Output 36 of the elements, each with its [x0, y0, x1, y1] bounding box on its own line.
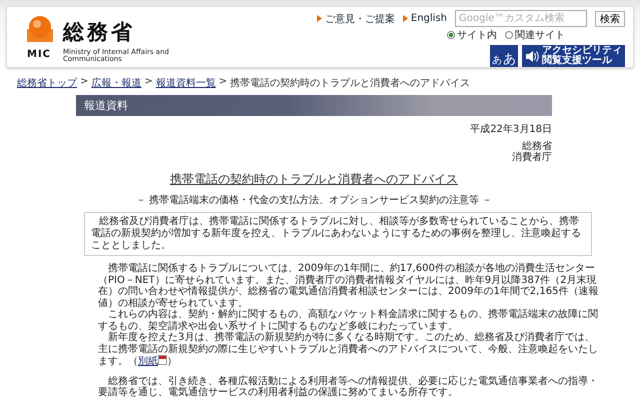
- logo-icon: [27, 16, 53, 42]
- attachment-link[interactable]: 別紙: [138, 356, 158, 367]
- search-field[interactable]: Google™カスタム検索: [455, 10, 587, 27]
- release-title: 携帯電話の契約時のトラブルと消費者へのアドバイス: [169, 171, 459, 188]
- body-paragraph: 総務省では、引き続き、各種広報活動による利用者等への情報提供、必要に応じた電気通信事業者への指導・要請等を通じ、電気通信サービスの利用者利益の保護に努めてまいる所存です。: [98, 376, 599, 398]
- body-paragraph: 新年度を控えた3月は、携帯電話の新規契約が特に多くなる時期です。このため、総務省及び消費者庁では、主に携帯電話の新規契約の際に生じやすいトラブルと消費者へのアドバイスについて、今般、注意喚起をいたします。（別紙 ）: [98, 332, 599, 368]
- body-paragraph: 携帯電話に関係するトラブルについては、2009年の1年間に、約17,600件の相談が各地の消費生活センター（PIO－NET）に寄せられています。また、消費者庁の消費者情報ダイヤルには、昨年9月以降387件（2月末現在）の問い合わせや情報提供が、総務省の電気通信消費者相談センターには、2009年の1年間で2,165件（速報値）の相談が寄せられています。: [98, 263, 600, 308]
- breadcrumb-link[interactable]: 総務省トップ: [17, 76, 77, 90]
- breadcrumb-current: 携帯電話の契約時のトラブルと消費者へのアドバイス: [230, 76, 470, 90]
- pdf-icon: [158, 355, 167, 365]
- issuer-name: 総務省: [522, 141, 552, 152]
- breadcrumb-link[interactable]: 広報・報道: [91, 76, 142, 90]
- radio-button[interactable]: [447, 31, 455, 39]
- logo-title: 総務省: [63, 19, 136, 46]
- summary-text: 総務省及び消費者庁は、携帯電話に関係するトラブルに対し、相談等が多数寄せられていることから、携帯電話の新規契約が増加する新年度を控え、トラブルにあわないようにするための事例を整理し、注意喚起することとしました。: [84, 212, 592, 256]
- section-banner: 報道資料: [76, 95, 552, 116]
- triangle-icon: [402, 15, 408, 22]
- issuer-name: 消費者庁: [512, 152, 552, 163]
- release-subtitle: － 携帯電話端末の価格・代金の支払方法、オプションサービス契約の注意等 －: [134, 194, 494, 207]
- radio-label: 関連サイト: [515, 28, 565, 42]
- accessibility-tool-button[interactable]: アクセシビリティ 閲覧支援ツール: [522, 45, 625, 67]
- speaker-icon: [525, 50, 539, 62]
- radio-label: サイト内: [457, 28, 497, 42]
- breadcrumb-link[interactable]: 報道資料一覧: [156, 76, 216, 90]
- search-button[interactable]: 検索: [595, 10, 625, 26]
- body-paragraph: これらの内容は、契約・解約に関するもの、高額なパケット料金請求に関するもの、携帯電話端末の故障に関するもの、架空請求や出会い系サイトに関するものなど多岐にわたっています。: [98, 309, 599, 332]
- breadcrumb-separator: >: [218, 76, 228, 89]
- breadcrumb-separator: >: [80, 76, 88, 89]
- header-link[interactable]: English: [402, 13, 447, 24]
- header-link[interactable]: ご意見・ご提案: [316, 12, 395, 26]
- breadcrumb-separator: >: [144, 76, 153, 89]
- triangle-icon: [316, 15, 322, 22]
- radio-button[interactable]: [505, 31, 513, 39]
- release-date: 平成22年3月18日: [469, 124, 552, 136]
- text-size-button[interactable]: あ あ: [490, 45, 518, 67]
- logo-abbreviation: MIC: [27, 48, 52, 62]
